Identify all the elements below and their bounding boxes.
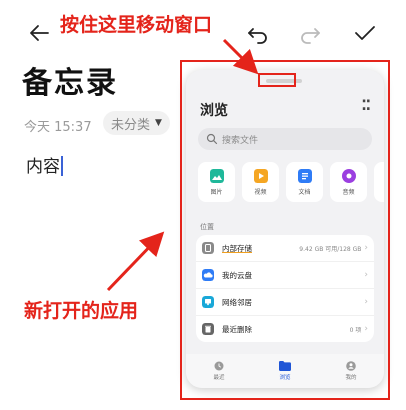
category-dropdown[interactable]: 未分类 ▼	[103, 111, 170, 135]
arrow-to-window	[106, 231, 165, 292]
caret-down-icon: ▼	[155, 118, 162, 128]
note-timestamp: 今天 15:37	[24, 120, 92, 135]
undo-icon[interactable]	[244, 20, 270, 46]
annotation-handle-box	[258, 73, 296, 87]
category-label: 未分类	[111, 117, 151, 133]
annotation-drag-hint: 按住这里移动窗口	[60, 14, 213, 36]
note-body-editor[interactable]: 内容	[26, 152, 63, 177]
redo-icon[interactable]	[298, 20, 324, 46]
note-body-text: 内容	[26, 157, 60, 177]
note-title[interactable]: 备忘录	[22, 58, 118, 102]
annotation-new-app-hint: 新打开的应用	[24, 300, 139, 322]
back-arrow-icon[interactable]	[26, 20, 52, 46]
annotation-window-frame	[180, 60, 390, 400]
checkmark-icon[interactable]	[352, 20, 378, 46]
text-cursor	[61, 156, 63, 176]
